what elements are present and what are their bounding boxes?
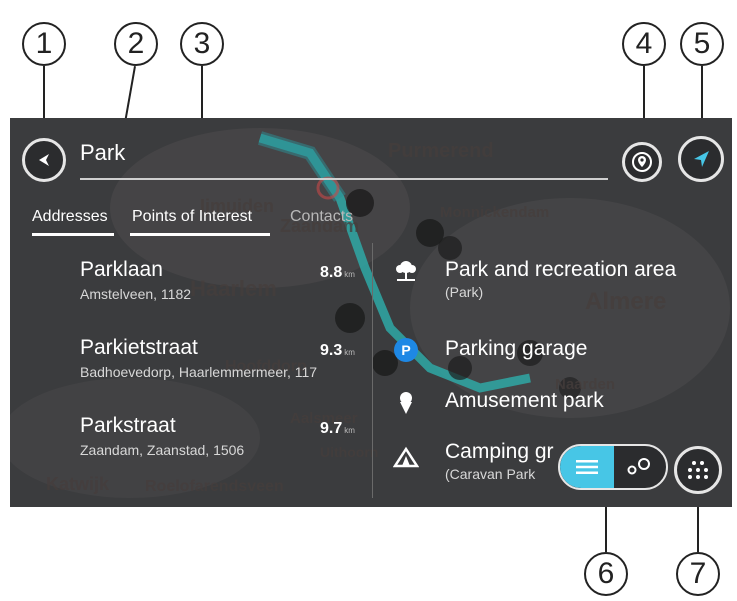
- poi-category-name: Camping gr: [445, 440, 554, 463]
- callout-7: 7: [676, 552, 720, 596]
- keyboard-icon: [688, 461, 708, 479]
- svg-text:P: P: [401, 342, 410, 358]
- address-distance: 9.3 km: [320, 342, 355, 360]
- callout-1: 1: [22, 22, 66, 66]
- distance-value: 8.8: [320, 264, 343, 281]
- callout-2: 2: [114, 22, 158, 66]
- poi-category-name: Parking garage: [445, 337, 588, 360]
- map-label-purmerend: Purmerend: [388, 140, 494, 162]
- location-pin-icon: [632, 152, 652, 172]
- poi-category-camping[interactable]: Camping gr (Caravan Park: [445, 440, 554, 482]
- address-result-name: Parkietstraat: [80, 336, 198, 359]
- search-type-button[interactable]: [622, 142, 662, 182]
- address-result-name: Parkstraat: [80, 414, 176, 437]
- address-result-detail: Zaandam, Zaanstad, 1506: [80, 442, 245, 458]
- address-result-2[interactable]: Parkietstraat Badhoevedorp, Haarlemmerme…: [80, 336, 317, 380]
- tab-points-of-interest[interactable]: Points of Interest: [132, 208, 252, 226]
- poi-category-name: Amusement park: [445, 389, 604, 412]
- results-view-toggle[interactable]: [558, 444, 668, 490]
- navigation-arrow-icon: [694, 151, 709, 167]
- map-label-haarlem: Haarlem: [190, 276, 277, 301]
- tab-contacts[interactable]: Contacts: [290, 208, 353, 226]
- results-divider: [372, 243, 373, 498]
- map-points-icon: [627, 458, 650, 475]
- map-label-uithoorn: Uithoorn: [320, 444, 379, 460]
- address-distance: 9.7 km: [320, 420, 355, 438]
- poi-category-park[interactable]: Park and recreation area (Park): [445, 258, 676, 300]
- address-result-3[interactable]: Parkstraat Zaandam, Zaanstad, 1506: [80, 414, 244, 458]
- list-view-button[interactable]: [560, 446, 614, 488]
- poi-category-parking-garage[interactable]: Parking garage: [445, 337, 587, 361]
- address-result-detail: Badhoevedorp, Haarlemmermeer, 117: [80, 364, 318, 380]
- tab-addresses-underline: [32, 233, 114, 236]
- poi-category-detail: (Park): [445, 284, 484, 300]
- distance-unit: km: [344, 426, 355, 435]
- search-input-underline: [80, 178, 608, 180]
- distance-unit: km: [344, 270, 355, 279]
- address-result-1[interactable]: Parklaan Amstelveen, 1182: [80, 258, 191, 302]
- map-label-katwijk: Katwijk: [46, 474, 110, 494]
- parking-icon: P: [393, 337, 419, 363]
- map-label-roelofarendsveen: Roelofarendsveen: [145, 478, 284, 495]
- search-input[interactable]: Park: [80, 140, 125, 166]
- callout-6: 6: [584, 552, 628, 596]
- back-arrow-icon: [39, 154, 49, 166]
- poi-category-detail: (Caravan Park: [445, 466, 536, 482]
- distance-unit: km: [344, 348, 355, 357]
- distance-value: 9.7: [320, 420, 343, 437]
- distance-value: 9.3: [320, 342, 343, 359]
- tent-icon: [393, 444, 419, 470]
- callout-4: 4: [622, 22, 666, 66]
- tab-addresses[interactable]: Addresses: [32, 208, 108, 226]
- back-button[interactable]: [22, 138, 66, 182]
- address-result-name: Parklaan: [80, 258, 163, 281]
- keyboard-button[interactable]: [674, 446, 722, 494]
- device-screen: Purmerend Ijmuiden Zaandam Monnickendam …: [10, 118, 732, 507]
- poi-category-name: Park and recreation area: [445, 258, 677, 281]
- poi-category-amusement-park[interactable]: Amusement park: [445, 389, 604, 413]
- callout-5: 5: [680, 22, 724, 66]
- callout-3: 3: [180, 22, 224, 66]
- map-view-button[interactable]: [612, 446, 666, 488]
- address-distance: 8.8 km: [320, 264, 355, 282]
- tree-icon: [393, 258, 419, 284]
- view-button[interactable]: [678, 136, 724, 182]
- address-result-detail: Amstelveen, 1182: [80, 286, 192, 302]
- list-icon: [576, 460, 598, 474]
- ice-cream-icon: [393, 390, 419, 416]
- map-label-monnickendam: Monnickendam: [440, 204, 550, 221]
- tab-points-of-interest-underline: [130, 233, 270, 236]
